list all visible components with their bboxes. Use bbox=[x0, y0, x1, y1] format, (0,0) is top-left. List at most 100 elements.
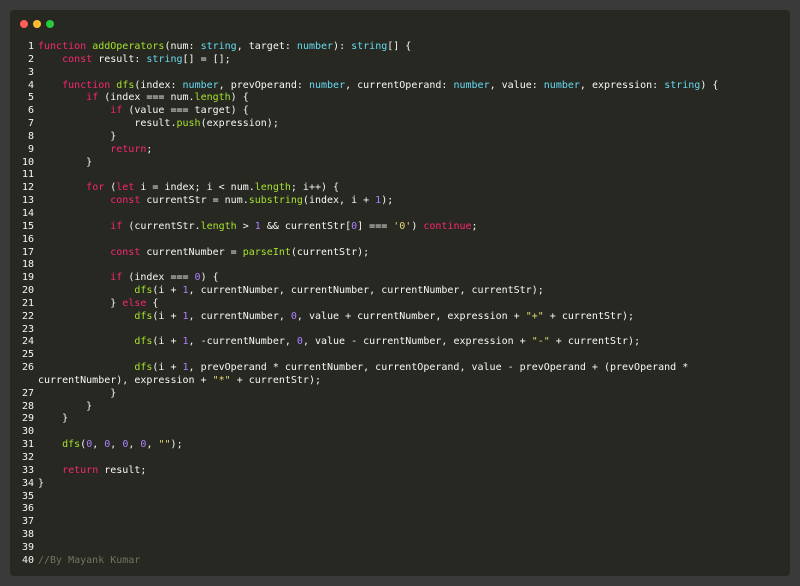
line-number: 26 bbox=[21, 362, 34, 374]
line-number: 38 bbox=[21, 529, 34, 541]
line-number: 27 bbox=[21, 387, 34, 399]
code-line: 8 } bbox=[10, 131, 790, 144]
line-number: 37 bbox=[21, 516, 34, 528]
line-number: 14 bbox=[21, 207, 34, 219]
code-line: 19 if (index === 0) { bbox=[10, 272, 790, 285]
line-text bbox=[34, 452, 38, 465]
line-number: 20 bbox=[21, 285, 34, 297]
line-number: 32 bbox=[21, 452, 34, 463]
close-window-icon[interactable] bbox=[20, 20, 28, 28]
code-line: 4 function dfs(index: number, prevOperan… bbox=[10, 80, 790, 93]
line-text bbox=[34, 67, 38, 80]
code-line: 21 } else { bbox=[10, 298, 790, 311]
line-number: 7 bbox=[27, 118, 34, 130]
line-text: } bbox=[38, 400, 93, 412]
code-line: 13 const currentStr = num.substring(inde… bbox=[10, 195, 790, 208]
line-text bbox=[34, 491, 38, 504]
code-line: 28 } bbox=[10, 401, 790, 414]
line-number: 10 bbox=[21, 156, 34, 168]
line-text: } bbox=[38, 156, 93, 168]
line-number: 21 bbox=[21, 297, 34, 309]
code-line: 18 bbox=[10, 259, 790, 272]
line-text: } bbox=[38, 413, 69, 425]
line-number: 3 bbox=[27, 66, 34, 78]
code-window: 1 function addOperators(num: string, targ… bbox=[10, 10, 790, 576]
line-number: 16 bbox=[21, 233, 34, 245]
line-number: 30 bbox=[21, 426, 34, 438]
line-text: if (index === 0) { bbox=[110, 272, 219, 284]
line-number: 22 bbox=[21, 310, 34, 322]
line-text bbox=[34, 503, 38, 516]
line-text: if (index === num.length) { bbox=[86, 92, 249, 104]
line-text: dfs(i + 1, currentNumber, 0, value + cur… bbox=[134, 310, 635, 322]
line-number: 15 bbox=[21, 220, 34, 232]
line-text bbox=[34, 324, 38, 337]
line-text bbox=[34, 426, 38, 439]
line-text: const currentStr = num.substring(index, … bbox=[110, 195, 394, 207]
line-number: 39 bbox=[21, 541, 34, 553]
code-line: 35 bbox=[10, 491, 790, 504]
code-line: 2 const result: string[] = []; bbox=[10, 54, 790, 67]
line-number: 23 bbox=[21, 323, 34, 335]
code-line: 15 if (currentStr.length > 1 && currentS… bbox=[10, 221, 790, 234]
code-line: 16 bbox=[10, 234, 790, 247]
code-line: 12 for (let i = index; i < num.length; i… bbox=[10, 182, 790, 195]
code-line: 40 //By Mayank Kumar bbox=[10, 555, 790, 568]
code-line: 14 bbox=[10, 208, 790, 221]
line-number: 36 bbox=[21, 503, 34, 515]
code-line: 30 bbox=[10, 426, 790, 439]
line-text: //By Mayank Kumar bbox=[38, 554, 141, 566]
line-text: function addOperators(num: string, targe… bbox=[38, 41, 412, 52]
code-line: 3 bbox=[10, 67, 790, 80]
maximize-window-icon[interactable] bbox=[46, 20, 54, 28]
code-line: 34} bbox=[10, 478, 790, 491]
line-text: return result; bbox=[62, 464, 147, 476]
line-text bbox=[34, 529, 38, 542]
code-line: 24 dfs(i + 1, -currentNumber, 0, value -… bbox=[10, 336, 790, 349]
line-number: 31 bbox=[21, 439, 34, 451]
line-text bbox=[34, 169, 38, 182]
line-text: result.push(expression); bbox=[38, 118, 279, 130]
line-number: 11 bbox=[21, 169, 34, 181]
code-line: 20 dfs(i + 1, currentNumber, currentNumb… bbox=[10, 285, 790, 298]
line-number: 13 bbox=[21, 195, 34, 207]
line-number: 24 bbox=[21, 336, 34, 348]
code-line: 5 if (index === num.length) { bbox=[10, 92, 790, 105]
line-text bbox=[34, 208, 38, 221]
code-line: 32 bbox=[10, 452, 790, 465]
code-line: 39 bbox=[10, 542, 790, 555]
code-line: 36 bbox=[10, 503, 790, 516]
code-editor[interactable]: 1 function addOperators(num: string, targ… bbox=[10, 41, 790, 568]
window-titlebar bbox=[10, 10, 790, 40]
line-text: for (let i = index; i < num.length; i++)… bbox=[86, 182, 340, 194]
code-line: 27 } bbox=[10, 388, 790, 401]
line-number: 6 bbox=[27, 105, 34, 117]
line-text bbox=[34, 542, 38, 555]
code-line: 6 if (value === target) { bbox=[10, 105, 790, 118]
code-line: 31 dfs(0, 0, 0, 0, ""); bbox=[10, 439, 790, 452]
line-text bbox=[34, 349, 38, 362]
code-line: 22 dfs(i + 1, currentNumber, 0, value + … bbox=[10, 311, 790, 324]
line-number: 25 bbox=[21, 349, 34, 361]
code-line: 11 bbox=[10, 169, 790, 182]
line-number: 4 bbox=[27, 79, 34, 91]
code-line: 1 function addOperators(num: string, targ… bbox=[10, 41, 790, 54]
line-number: 12 bbox=[21, 182, 34, 194]
line-text bbox=[34, 516, 38, 529]
line-number: 19 bbox=[21, 272, 34, 284]
line-text: return; bbox=[110, 143, 153, 155]
line-text bbox=[34, 234, 38, 247]
code-line: 29 } bbox=[10, 413, 790, 426]
code-line: 38 bbox=[10, 529, 790, 542]
line-text bbox=[34, 259, 38, 272]
code-line: 37 bbox=[10, 516, 790, 529]
line-number: 1 bbox=[27, 41, 34, 52]
code-line: 26 dfs(i + 1, prevOperand * currentNumbe… bbox=[10, 362, 790, 375]
minimize-window-icon[interactable] bbox=[33, 20, 41, 28]
line-number: 40 bbox=[21, 554, 34, 566]
code-line: 23 bbox=[10, 324, 790, 337]
line-text: } bbox=[38, 477, 45, 489]
line-text: const currentNumber = parseInt(currentSt… bbox=[110, 246, 370, 258]
code-line: currentNumber), expression + "*" + curre… bbox=[10, 375, 790, 388]
line-number: 18 bbox=[21, 259, 34, 271]
